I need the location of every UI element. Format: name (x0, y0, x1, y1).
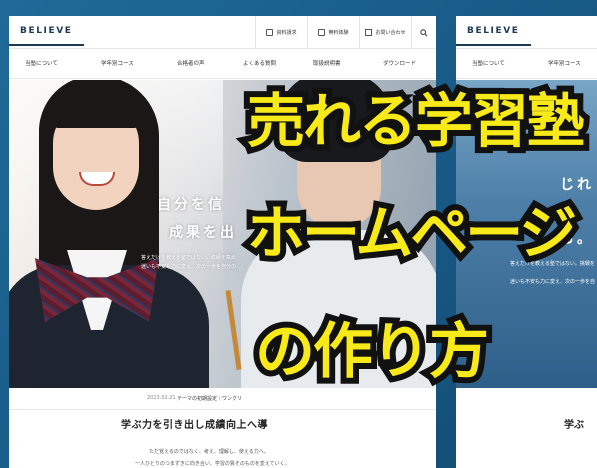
search-icon (420, 28, 428, 37)
logo-underline (9, 44, 84, 46)
hero-sub-1: 答えだけを教える塾ではない。成績を高め (141, 255, 236, 261)
site-header-2: BELIEVE (456, 16, 597, 49)
news-date: 2023.02.21 (147, 395, 176, 401)
section-title-2: 学ぶ (564, 420, 584, 431)
edit-icon (318, 29, 326, 36)
search-button[interactable] (411, 16, 436, 49)
nav-item-faq[interactable]: よくある質問 (243, 59, 276, 67)
section-title: 学ぶ力を引き出し成績向上へ導 (121, 420, 268, 431)
request-docs-label: 資料請求 (276, 30, 297, 36)
nav-item-voices[interactable]: 合格者の声 (177, 59, 205, 67)
document-icon (266, 29, 274, 36)
overlay-title-line-1: 売れる学習塾 (241, 86, 591, 156)
main-nav: 当塾について 学年別コース 合格者の声 よくある質問 取扱説明書 ダウンロード (9, 49, 436, 79)
site-logo[interactable]: BELIEVE (20, 26, 73, 36)
site-logo-2[interactable]: BELIEVE (467, 26, 520, 36)
hero-line-2: 成果を出 (169, 225, 237, 241)
nav-item-download[interactable]: ダウンロード (383, 59, 416, 67)
contact-label: お問い合わせ (375, 30, 406, 36)
mail-icon (365, 29, 373, 36)
overlay-title-line-2: ホームページ (241, 198, 583, 268)
nav-item-courses[interactable]: 学年別コース (101, 59, 134, 67)
hero-sub-2: 迷いも不安も力に変え、次の一歩を自分の (141, 264, 237, 270)
site-header: BELIEVE 資料請求 無料体験 お問い合わせ (9, 16, 436, 49)
hero-copy: 自分を信 成果を出 答えだけを教える塾ではない。成績を高め 迷いも不安も力に変え… (141, 194, 237, 272)
pencil (225, 290, 242, 370)
nav2-item-courses[interactable]: 学年別コース (548, 59, 581, 67)
hero-line-1: 自分を信 (157, 197, 225, 213)
news-link[interactable]: テーマの初期設定｜ワンクリ (177, 395, 242, 402)
section-text-1: ただ覚えるのではなく、考え、理解し、使える力へ。 (149, 449, 269, 455)
free-trial-button[interactable]: 無料体験 (307, 16, 359, 49)
request-docs-button[interactable]: 資料請求 (255, 16, 307, 49)
overlay-title-line-3: の作り方 (249, 316, 495, 388)
hero2-line-1: じれ (560, 177, 594, 193)
main-nav-2: 当塾について 学年別コース (456, 49, 597, 79)
nav2-item-about[interactable]: 当塾について (472, 59, 505, 67)
nav-item-about[interactable]: 当塾について (25, 59, 58, 67)
free-trial-label: 無料体験 (328, 30, 349, 36)
news-bar: 2023.02.21 テーマの初期設定｜ワンクリ (9, 388, 436, 410)
contact-button[interactable]: お問い合わせ (359, 16, 411, 49)
hero2-sub-2: 迷いも不安も力に変え、次の一歩を自 (510, 279, 596, 285)
section-text-2: 一人ひとりのつまずきに向き合い、学習の質そのものを変えていく。 (135, 461, 290, 467)
logo-underline-2 (456, 44, 531, 46)
nav-item-manual[interactable]: 取扱説明書 (313, 59, 341, 67)
